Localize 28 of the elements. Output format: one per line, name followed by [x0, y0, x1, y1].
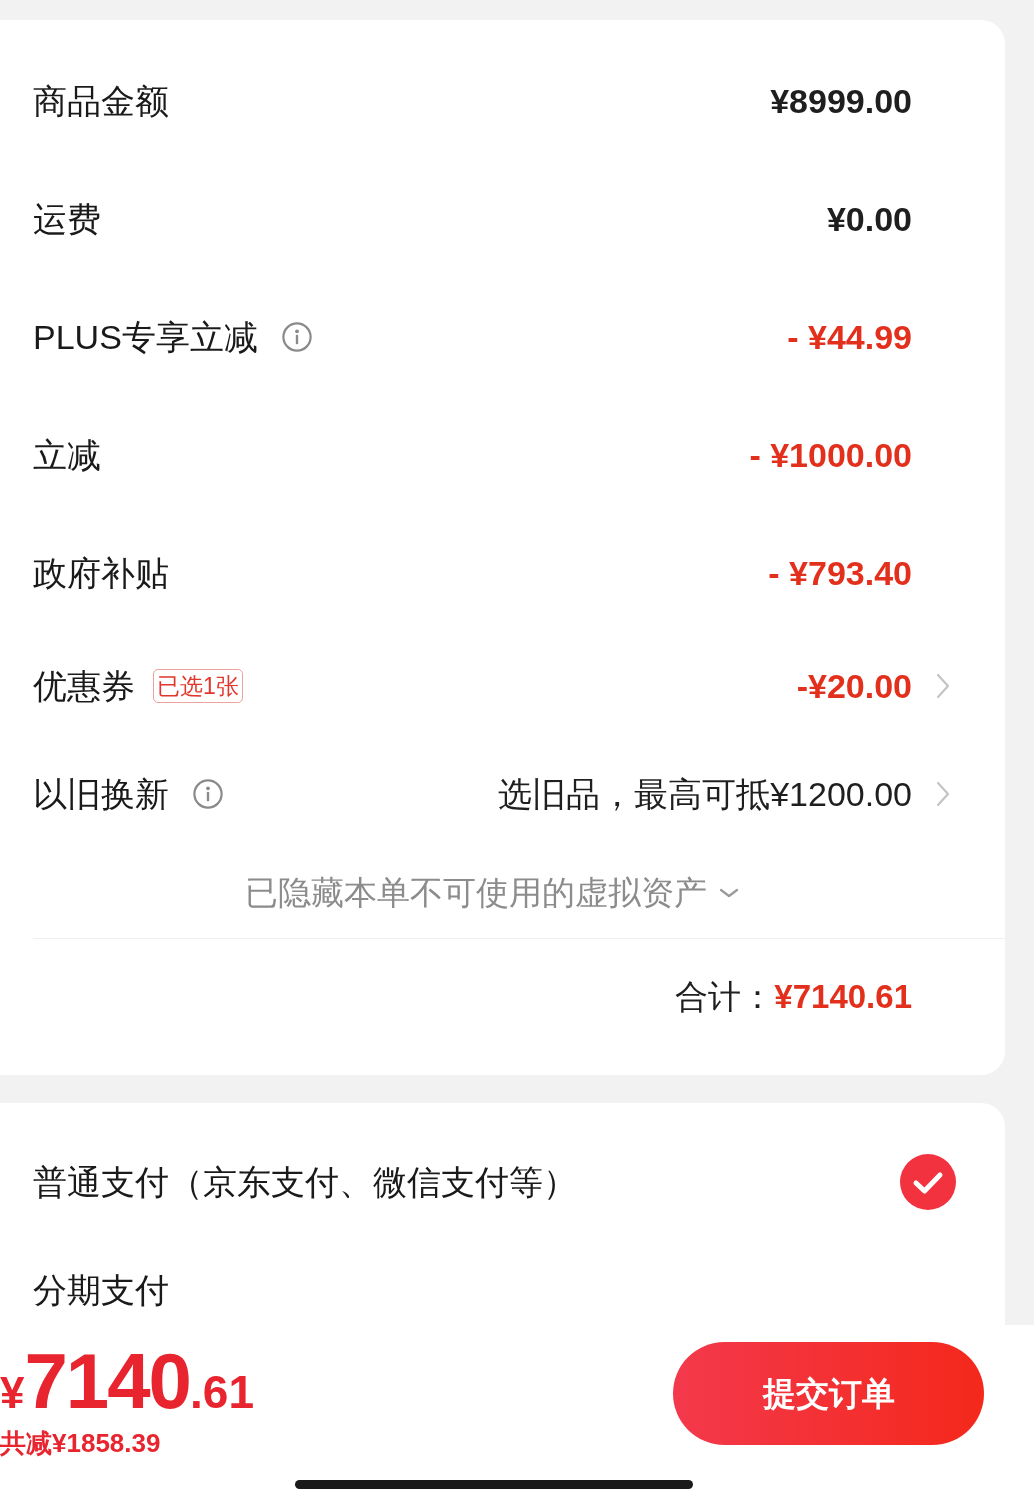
row-value: 选旧品，最高可抵¥1200.00 — [498, 773, 912, 815]
payment-option[interactable]: 普通支付（京东支付、微信支付等） — [33, 1161, 577, 1203]
row-value: - ¥1000.00 — [749, 434, 912, 476]
total-value: ¥7140.61 — [774, 977, 912, 1018]
row-value: - ¥44.99 — [787, 316, 912, 358]
row-value: -¥20.00 — [796, 665, 912, 707]
row-value: ¥8999.00 — [770, 80, 912, 122]
row-label: 以旧换新 — [33, 773, 169, 815]
chevron-right-icon[interactable] — [936, 781, 950, 807]
total-label: 合计： — [675, 977, 775, 1018]
row-label: PLUS专享立减 — [33, 316, 258, 358]
coupon-count-tag: 已选1张 — [153, 669, 243, 703]
row-label: 运费 — [33, 198, 101, 240]
row-value: ¥0.00 — [826, 198, 912, 240]
info-icon[interactable] — [193, 779, 223, 809]
chevron-right-icon[interactable] — [936, 673, 950, 699]
info-icon[interactable] — [281, 322, 312, 352]
submit-order-button[interactable]: 提交订单 — [673, 1342, 984, 1445]
total-price: ¥7140.61 — [0, 1342, 254, 1420]
savings-text: 共减¥1858.39 — [0, 1428, 162, 1460]
chevron-down-icon[interactable] — [718, 888, 739, 898]
check-icon[interactable] — [900, 1154, 956, 1210]
payment-option[interactable]: 分期支付 — [33, 1269, 169, 1311]
row-label: 优惠券 — [33, 665, 135, 707]
row-value: - ¥793.40 — [768, 552, 912, 594]
row-label: 政府补贴 — [33, 552, 169, 594]
row-label: 商品金额 — [33, 80, 169, 122]
row-label: 立减 — [33, 434, 101, 476]
